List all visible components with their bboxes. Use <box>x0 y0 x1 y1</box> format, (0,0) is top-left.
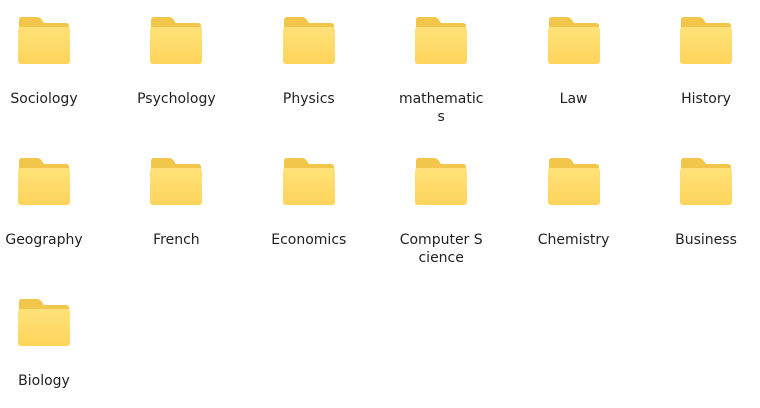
folder-label: mathematics <box>398 91 484 125</box>
folder-item-french[interactable]: French <box>132 141 228 266</box>
folder-item-computer-science[interactable]: Computer Science <box>397 141 493 266</box>
folder-icon <box>680 17 732 64</box>
folder-label: Biology <box>18 373 70 389</box>
folder-label: French <box>153 232 200 248</box>
folder-icon <box>547 158 600 205</box>
folder-grid: Sociology Psychology Physics mathematics <box>0 0 760 408</box>
folder-icon <box>547 17 600 64</box>
folder-label: Business <box>675 232 737 248</box>
folder-icon <box>150 158 203 205</box>
folder-icon <box>150 17 203 64</box>
folder-icon <box>282 158 335 205</box>
folder-item-economics[interactable]: Economics <box>265 141 361 266</box>
folder-icon <box>282 17 335 64</box>
folder-item-mathematics[interactable]: mathematics <box>397 0 493 125</box>
folder-icon <box>18 299 70 346</box>
folder-item-sociology[interactable]: Sociology <box>0 0 96 125</box>
folder-label: Psychology <box>137 91 216 107</box>
folder-item-chemistry[interactable]: Chemistry <box>530 141 626 266</box>
folder-item-biology[interactable]: Biology <box>0 282 96 407</box>
folder-label: Chemistry <box>537 232 610 248</box>
folder-item-history[interactable]: History <box>662 0 758 125</box>
folder-item-business[interactable]: Business <box>662 141 758 266</box>
folder-label: Computer Science <box>399 232 483 266</box>
folder-item-physics[interactable]: Physics <box>265 0 361 125</box>
folder-item-law[interactable]: Law <box>530 0 626 125</box>
folder-label: Physics <box>282 91 335 107</box>
folder-item-geography[interactable]: Geography <box>0 141 96 266</box>
folder-label: Economics <box>271 232 347 248</box>
folder-icon <box>18 158 70 205</box>
folder-icon <box>18 17 70 64</box>
folder-label: Law <box>559 91 588 107</box>
folder-icon <box>415 17 468 64</box>
folder-icon <box>680 158 732 205</box>
folder-icon <box>415 158 468 205</box>
folder-item-psychology[interactable]: Psychology <box>132 0 228 125</box>
folder-label: Geography <box>5 232 83 248</box>
folder-label: Sociology <box>10 91 78 107</box>
folder-label: History <box>681 91 731 107</box>
